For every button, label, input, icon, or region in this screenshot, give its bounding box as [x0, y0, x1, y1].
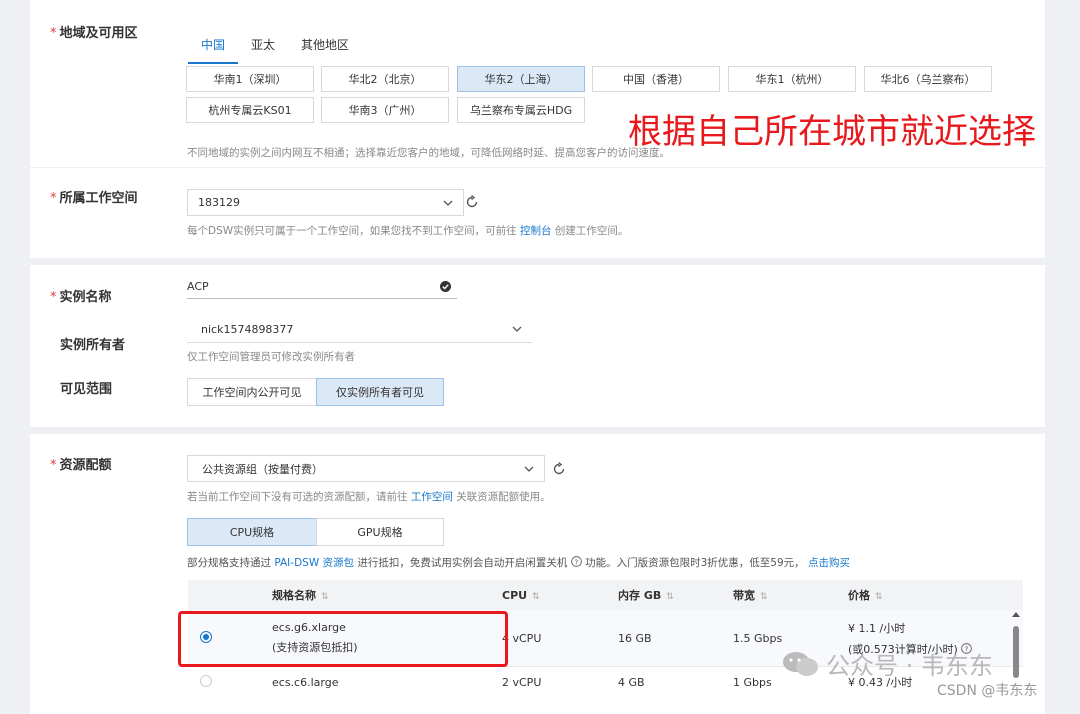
instance-owner-value: nick1574898377	[201, 322, 294, 336]
help-icon[interactable]: ?	[570, 556, 582, 567]
region-button-hangzhou[interactable]: 华东1（杭州）	[728, 66, 856, 92]
svg-text:?: ?	[574, 557, 578, 566]
buy-link[interactable]: 点击购买	[808, 557, 850, 569]
tab-gpu-spec[interactable]: GPU规格	[316, 518, 444, 546]
region-hint: 不同地域的实例之间内网互不相通；选择靠近您客户的地域，可降低网络时延、提高您客户…	[187, 147, 670, 159]
spec-memory: 4 GB	[618, 675, 645, 689]
visibility-toggle: 工作空间内公开可见 仅实例所有者可见	[187, 378, 444, 406]
spec-cpu: 4 vCPU	[502, 610, 618, 667]
resource-label: * 资源配额	[50, 458, 112, 473]
selected-spec-highlight	[178, 611, 508, 667]
csdn-watermark: CSDN @韦东东	[937, 683, 1038, 699]
refresh-icon[interactable]	[465, 195, 479, 209]
resource-group-value: 公共资源组（按量付费）	[202, 462, 323, 476]
workspace-card: * 所属工作空间 183129 每个DSW实例只可属于一个工作空间，如果您找不到工…	[30, 168, 1045, 258]
table-header-row: 规格名称 ⇅ CPU ⇅ 内存 GB ⇅ 带宽 ⇅ 价格 ⇅	[188, 580, 1023, 610]
spec-type-toggle: CPU规格 GPU规格	[187, 518, 444, 546]
instance-name-input[interactable]: ACP	[187, 274, 457, 299]
tab-other-regions[interactable]: 其他地区	[288, 30, 362, 64]
refresh-icon[interactable]	[552, 462, 566, 476]
column-header-memory[interactable]: 内存 GB ⇅	[618, 580, 733, 610]
workspace-value: 183129	[198, 196, 240, 209]
sort-icon[interactable]: ⇅	[875, 592, 883, 602]
column-header-bandwidth[interactable]: 带宽 ⇅	[733, 580, 848, 610]
spec-memory: 16 GB	[618, 610, 733, 667]
resource-group-select[interactable]: 公共资源组（按量付费）	[187, 455, 545, 482]
visibility-owner-only-option[interactable]: 仅实例所有者可见	[316, 378, 444, 406]
row-radio[interactable]	[200, 674, 212, 687]
resource-group-hint: 若当前工作空间下没有可选的资源配额，请前往 工作空间 关联资源配额使用。	[187, 491, 551, 503]
region-button-shanghai[interactable]: 华东2（上海）	[457, 66, 585, 92]
region-button-hongkong[interactable]: 中国（香港）	[592, 66, 720, 92]
check-circle-icon	[440, 280, 451, 292]
promo-text: 部分规格支持通过 PAI-DSW 资源包 进行抵扣，免费试用实例会自动开启闲置关…	[187, 556, 850, 569]
resource-pack-link[interactable]: PAI-DSW 资源包	[274, 557, 354, 569]
region-button-beijing[interactable]: 华北2（北京）	[321, 66, 449, 92]
workspace-select[interactable]: 183129	[187, 189, 464, 216]
instance-owner-select[interactable]: nick1574898377	[187, 316, 532, 343]
region-button-wulanchabu-hdg[interactable]: 乌兰察布专属云HDG	[457, 97, 585, 123]
instance-card: * 实例名称 ACP 实例所有者 nick1574898377 仅工作空间管理员可…	[30, 265, 1045, 427]
column-header-name[interactable]: 规格名称 ⇅	[272, 580, 502, 610]
workspace-hint: 每个DSW实例只可属于一个工作空间，如果您找不到工作空间，可前往 控制台 创建工…	[187, 225, 629, 237]
region-button-shenzhen[interactable]: 华南1（深圳）	[186, 66, 314, 92]
spec-name: ecs.c6.large	[272, 675, 339, 689]
sort-icon[interactable]: ⇅	[321, 592, 329, 602]
region-button-hangzhou-ks01[interactable]: 杭州专属云KS01	[186, 97, 314, 123]
column-header-cpu[interactable]: CPU ⇅	[502, 580, 618, 610]
region-label: * 地域及可用区	[50, 26, 138, 41]
sort-icon[interactable]: ⇅	[532, 592, 540, 602]
workspace-link[interactable]: 工作空间	[411, 491, 453, 503]
instance-name-label: * 实例名称	[50, 290, 112, 305]
tab-china[interactable]: 中国	[188, 30, 239, 64]
region-button-guangzhou[interactable]: 华南3（广州）	[321, 97, 449, 123]
tab-asia-pacific[interactable]: 亚太	[238, 30, 288, 64]
instance-owner-label: 实例所有者	[60, 338, 126, 353]
visibility-public-option[interactable]: 工作空间内公开可见	[187, 378, 317, 406]
tab-cpu-spec[interactable]: CPU规格	[187, 518, 317, 546]
chevron-down-icon	[524, 466, 534, 472]
chevron-down-icon	[512, 326, 522, 332]
instance-name-value: ACP	[187, 279, 209, 293]
spec-cpu: 2 vCPU	[502, 675, 542, 689]
chevron-down-icon	[443, 200, 453, 206]
visibility-label: 可见范围	[60, 382, 113, 397]
region-annotation: 根据自己所在城市就近选择	[628, 112, 1036, 152]
column-header-price[interactable]: 价格 ⇅	[848, 580, 1023, 610]
region-tabs: 中国 亚太 其他地区	[188, 30, 362, 64]
sort-icon[interactable]: ⇅	[666, 592, 674, 602]
spec-price: ¥ 1.1 /小时	[848, 621, 906, 635]
workspace-label: * 所属工作空间	[50, 191, 138, 206]
region-button-wulanchabu[interactable]: 华北6（乌兰察布）	[864, 66, 992, 92]
console-link[interactable]: 控制台	[520, 225, 552, 237]
wechat-watermark: 公众号 · 韦东东	[782, 646, 993, 681]
sort-icon[interactable]: ⇅	[760, 592, 768, 602]
wechat-icon	[783, 651, 818, 676]
instance-owner-hint: 仅工作空间管理员可修改实例所有者	[187, 351, 355, 363]
